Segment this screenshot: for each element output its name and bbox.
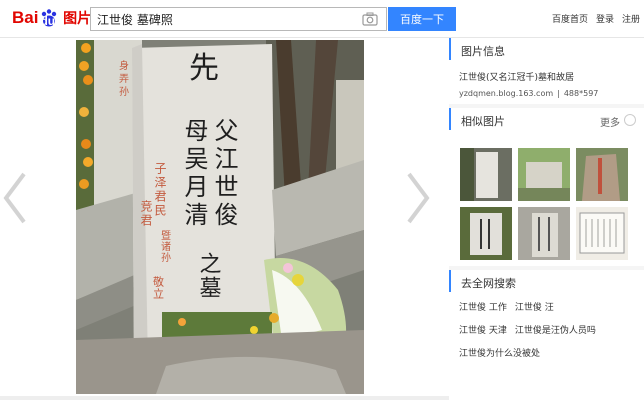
info-sidebar: 图片信息 江世俊(又名江冠千)墓和故居 yzdqmen.blog.163.com…: [449, 38, 644, 400]
top-links: 百度首页 登录 注册: [552, 12, 640, 25]
similar-thumb[interactable]: [576, 207, 628, 260]
main-image[interactable]: 先 父江世俊 母吴月清 之墓 子泽君民 竞君 暨诸孙 敬立 身弄孙: [76, 40, 364, 394]
image-info-meta: yzdqmen.blog.163.com | 488*597: [449, 83, 644, 98]
image-source[interactable]: yzdqmen.blog.163.com: [459, 89, 553, 98]
image-info-name[interactable]: 江世俊(又名江冠千)墓和故居: [449, 60, 644, 83]
stone-title-char: 先: [189, 51, 219, 86]
related-row: 江世俊 工作 江世俊 汪: [459, 300, 634, 313]
image-viewer: 先 父江世俊 母吴月清 之墓 子泽君民 竞君 暨诸孙 敬立 身弄孙: [0, 38, 449, 400]
meta-divider: |: [557, 89, 560, 98]
logo-text-du: du: [40, 14, 56, 28]
search-button[interactable]: 百度一下: [388, 7, 456, 31]
top-link-login[interactable]: 登录: [596, 12, 614, 25]
similar-thumb[interactable]: [518, 207, 570, 260]
similar-thumb[interactable]: [460, 207, 512, 260]
image-info-title: 图片信息: [449, 38, 644, 60]
stone-left-text: 母吴月清: [180, 118, 208, 230]
similar-thumb[interactable]: [518, 148, 570, 201]
chevron-right-icon: [407, 172, 430, 224]
web-search-title: 去全网搜索: [449, 270, 644, 292]
logo-text-bai: Bai: [12, 8, 39, 27]
next-image-button[interactable]: [403, 168, 433, 228]
left-stone-text: 身弄孙: [117, 59, 129, 99]
logo-text-tupian: 图片: [63, 10, 92, 26]
top-link-home[interactable]: 百度首页: [552, 12, 588, 25]
top-link-register[interactable]: 注册: [622, 12, 640, 25]
camera-icon[interactable]: [362, 12, 378, 26]
related-search-link[interactable]: 江世俊 汪: [515, 300, 554, 313]
image-info-card: 图片信息 江世俊(又名江冠千)墓和故居 yzdqmen.blog.163.com…: [449, 38, 644, 104]
related-search-link[interactable]: 江世俊为什么没被处: [459, 346, 540, 359]
search-input[interactable]: 江世俊 墓碑照: [90, 7, 387, 31]
similar-thumb[interactable]: [576, 148, 628, 201]
related-searches: 江世俊 工作 江世俊 汪 江世俊 天津 江世俊是汪伪人员吗 江世俊为什么没被处: [449, 292, 644, 359]
chevron-left-icon: [3, 172, 26, 224]
stone-end-text: 之墓: [196, 252, 222, 300]
related-row: 江世俊为什么没被处: [459, 346, 634, 359]
similar-thumbs: [460, 148, 633, 260]
top-bar: Bai du 图片 江世俊 墓碑照 百度一下 百度首页 登录 注册: [0, 0, 644, 38]
stone-right-text: 父江世俊: [210, 118, 238, 230]
baidu-logo[interactable]: Bai du 图片: [12, 6, 91, 30]
related-search-link[interactable]: 江世俊 工作: [459, 300, 507, 313]
stone-side-text-2: 竞君: [139, 200, 153, 228]
image-size: 488*597: [563, 89, 599, 98]
more-link[interactable]: 更多: [600, 114, 620, 129]
refresh-icon[interactable]: [624, 114, 636, 126]
similar-thumb[interactable]: [460, 148, 512, 201]
stone-side-text-4: 敬立: [152, 276, 165, 300]
similar-images-card: 相似图片 更多: [449, 108, 644, 266]
bottom-divider: [0, 396, 449, 400]
related-row: 江世俊 天津 江世俊是汪伪人员吗: [459, 323, 634, 336]
web-search-card: 去全网搜索 江世俊 工作 江世俊 汪 江世俊 天津 江世俊是汪伪人员吗 江世俊为…: [449, 270, 644, 400]
related-search-link[interactable]: 江世俊是汪伪人员吗: [515, 323, 596, 336]
stone-side-text-3: 暨诸孙: [159, 230, 171, 263]
search-query: 江世俊 墓碑照: [97, 12, 173, 27]
prev-image-button[interactable]: [0, 168, 30, 228]
stone-side-text-1: 子泽君民: [153, 162, 167, 218]
related-search-link[interactable]: 江世俊 天津: [459, 323, 507, 336]
